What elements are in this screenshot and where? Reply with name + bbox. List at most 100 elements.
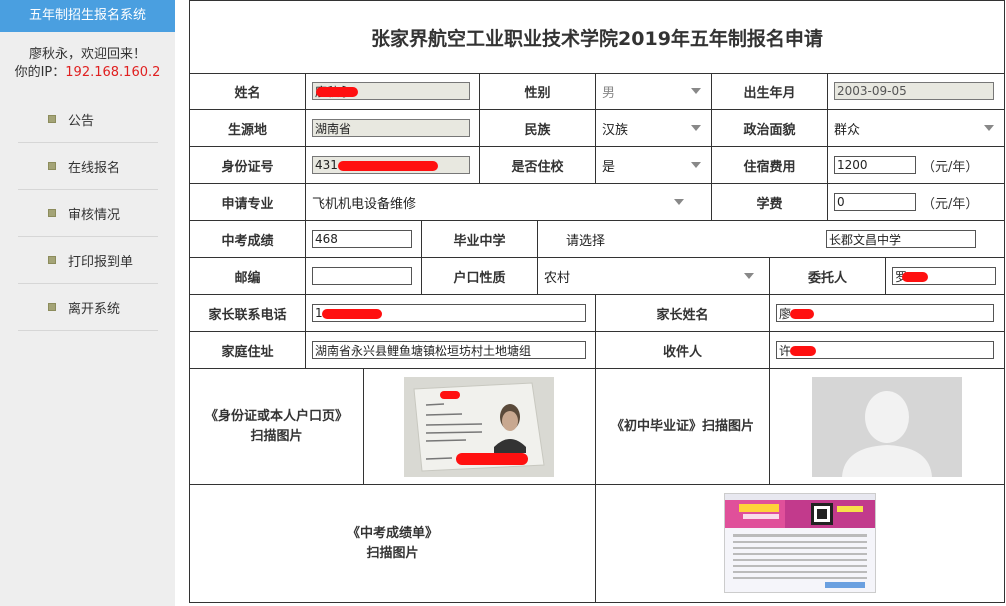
score-scan-cell bbox=[596, 485, 1004, 602]
redaction-mark bbox=[322, 309, 382, 319]
birth-cell bbox=[828, 73, 1004, 110]
menu-item-review-status[interactable]: 审核情况 bbox=[18, 190, 158, 237]
recipient-label: 收件人 bbox=[596, 332, 770, 369]
graduated-school-cell: 请选择 bbox=[538, 221, 1004, 258]
score-scan-caption-line1: 《中考成绩单》 bbox=[346, 525, 438, 541]
birth-field[interactable] bbox=[834, 82, 994, 100]
ethnicity-label: 民族 bbox=[480, 110, 596, 147]
name-label: 姓名 bbox=[190, 73, 306, 110]
lodging-fee-field[interactable] bbox=[834, 156, 916, 174]
gender-value: 男 bbox=[602, 85, 616, 101]
graduated-school-label: 毕业中学 bbox=[422, 221, 538, 258]
exam-score-field[interactable] bbox=[312, 230, 412, 248]
lodging-fee-cell: （元/年） bbox=[828, 147, 1004, 184]
ip-label: 你的IP： bbox=[14, 65, 66, 80]
bullet-icon bbox=[48, 256, 56, 264]
menu-item-label: 离开系统 bbox=[68, 301, 121, 317]
id-scan-caption-line2: 扫描图片 bbox=[250, 428, 303, 444]
recipient-cell bbox=[770, 332, 1004, 369]
origin-field[interactable] bbox=[312, 119, 470, 137]
boarding-value: 是 bbox=[602, 159, 616, 175]
political-select[interactable]: 群众 bbox=[834, 110, 1004, 146]
boarding-label: 是否住校 bbox=[480, 147, 596, 184]
redaction-mark bbox=[338, 161, 438, 171]
id-number-cell bbox=[306, 147, 480, 184]
parent-name-cell bbox=[770, 295, 1004, 332]
postcode-field[interactable] bbox=[312, 267, 412, 285]
id-scan-caption-line1: 《身份证或本人户口页》 bbox=[204, 408, 348, 424]
score-scan-caption: 《中考成绩单》 扫描图片 bbox=[190, 485, 596, 602]
id-card-image[interactable] bbox=[404, 377, 554, 477]
parent-phone-cell bbox=[306, 295, 596, 332]
tuition-label: 学费 bbox=[712, 184, 828, 221]
gender-label: 性别 bbox=[480, 73, 596, 110]
menu-item-print-report[interactable]: 打印报到单 bbox=[18, 237, 158, 284]
diploma-scan-cell bbox=[770, 369, 1004, 485]
major-select[interactable]: 飞机机电设备维修 bbox=[312, 184, 694, 220]
hukou-label: 户口性质 bbox=[422, 258, 538, 295]
ethnicity-value: 汉族 bbox=[602, 122, 629, 138]
lodging-fee-label: 住宿费用 bbox=[712, 147, 828, 184]
diploma-scan-caption-line1: 《初中毕业证》扫描图片 bbox=[610, 418, 754, 434]
birth-label: 出生年月 bbox=[712, 73, 828, 110]
tuition-unit: （元/年） bbox=[922, 196, 979, 212]
avatar-placeholder-image[interactable] bbox=[812, 377, 962, 477]
ip-value: 192.168.160.2 bbox=[65, 65, 161, 80]
address-label: 家庭住址 bbox=[190, 332, 306, 369]
hukou-cell: 农村 bbox=[538, 258, 770, 295]
menu-item-logout[interactable]: 离开系统 bbox=[18, 284, 158, 331]
bullet-icon bbox=[48, 209, 56, 217]
hukou-value: 农村 bbox=[544, 270, 571, 286]
ethnicity-cell: 汉族 bbox=[596, 110, 712, 147]
menu-item-label: 公告 bbox=[68, 113, 95, 129]
tuition-cell: （元/年） bbox=[828, 184, 1004, 221]
system-title: 五年制招生报名系统 bbox=[0, 0, 175, 32]
address-field[interactable] bbox=[312, 341, 586, 359]
welcome-text: 廖秋永，欢迎回来！ bbox=[28, 47, 146, 62]
origin-cell bbox=[306, 110, 480, 147]
school-region-select[interactable]: 请选择 bbox=[566, 230, 605, 249]
address-cell bbox=[306, 332, 596, 369]
ethnicity-select[interactable]: 汉族 bbox=[602, 110, 711, 146]
menu-item-label: 在线报名 bbox=[68, 160, 121, 176]
sidebar-menu: 公告 在线报名 审核情况 打印报到单 离开系统 bbox=[0, 96, 175, 331]
id-card-graphic bbox=[404, 377, 554, 477]
menu-item-announcement[interactable]: 公告 bbox=[18, 96, 158, 143]
postcode-cell bbox=[306, 258, 422, 295]
boarding-select[interactable]: 是 bbox=[602, 147, 711, 183]
parent-name-label: 家长姓名 bbox=[596, 295, 770, 332]
exam-score-cell bbox=[306, 221, 422, 258]
name-cell bbox=[306, 73, 480, 110]
entrusted-label: 委托人 bbox=[770, 258, 886, 295]
id-scan-cell bbox=[364, 369, 596, 485]
chevron-down-icon bbox=[691, 88, 701, 94]
boarding-cell: 是 bbox=[596, 147, 712, 184]
chevron-down-icon bbox=[984, 125, 994, 131]
chevron-down-icon bbox=[744, 273, 754, 279]
graduated-school-field[interactable] bbox=[826, 230, 976, 248]
redaction-mark bbox=[902, 272, 928, 282]
tuition-field[interactable] bbox=[834, 193, 916, 211]
redaction-mark bbox=[316, 87, 358, 97]
menu-item-label: 审核情况 bbox=[68, 207, 121, 223]
chevron-down-icon bbox=[691, 162, 701, 168]
registration-form: 张家界航空工业职业技术学院2019年五年制报名申请 姓名 性别 男 出生年月 生… bbox=[189, 0, 1005, 603]
bullet-icon bbox=[48, 162, 56, 170]
menu-item-label: 打印报到单 bbox=[68, 254, 134, 270]
hukou-select[interactable]: 农村 bbox=[544, 258, 764, 294]
gender-cell: 男 bbox=[596, 73, 712, 110]
exam-score-label: 中考成绩 bbox=[190, 221, 306, 258]
score-scan-caption-line2: 扫描图片 bbox=[366, 545, 419, 561]
score-report-image[interactable] bbox=[724, 493, 876, 593]
origin-label: 生源地 bbox=[190, 110, 306, 147]
gender-select[interactable]: 男 bbox=[602, 73, 711, 109]
id-scan-caption: 《身份证或本人户口页》 扫描图片 bbox=[190, 369, 364, 485]
sidebar: 五年制招生报名系统 廖秋永，欢迎回来！ 你的IP：192.168.160.2 公… bbox=[0, 0, 175, 606]
user-silhouette-icon bbox=[812, 377, 962, 477]
entrusted-cell bbox=[886, 258, 1004, 295]
menu-item-online-registration[interactable]: 在线报名 bbox=[18, 143, 158, 190]
form-title: 张家界航空工业职业技术学院2019年五年制报名申请 bbox=[190, 1, 1004, 74]
political-value: 群众 bbox=[834, 122, 861, 138]
id-number-label: 身份证号 bbox=[190, 147, 306, 184]
political-label: 政治面貌 bbox=[712, 110, 828, 147]
